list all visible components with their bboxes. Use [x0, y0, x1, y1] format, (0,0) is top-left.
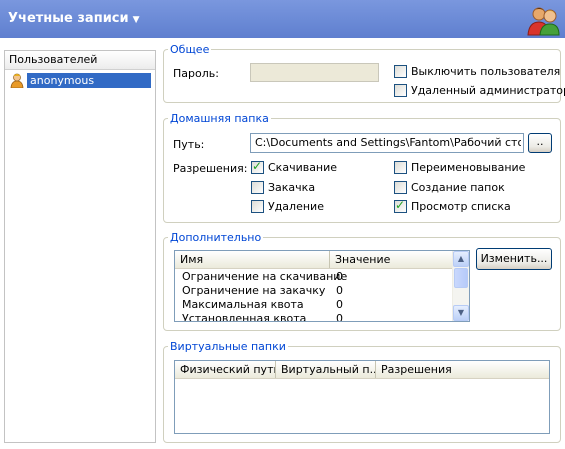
rename-checkbox[interactable]: Переименовывание: [394, 161, 525, 174]
list-header: Имя Значение: [175, 251, 455, 269]
general-legend: Общее: [170, 43, 210, 56]
setting-name: Ограничение на закачку: [182, 284, 326, 297]
upload-label: Закачка: [268, 181, 316, 194]
home-folder-legend: Домашняя папка: [170, 112, 269, 125]
column-header-virtual-path[interactable]: Виртуальный п...: [276, 361, 376, 378]
column-header-permissions[interactable]: Разрешения: [376, 361, 549, 378]
path-input[interactable]: C:\Documents and Settings\Fantom\Рабочий…: [250, 133, 524, 153]
checkbox-box: [394, 161, 407, 174]
header-bar: Учетные записи ▼: [0, 0, 565, 38]
download-label: Скачивание: [268, 161, 338, 174]
chevron-down-icon: ▼: [132, 15, 140, 25]
scroll-up-icon[interactable]: ▲: [453, 251, 469, 267]
users-panel-title: Пользователей: [5, 51, 155, 70]
edit-button[interactable]: Изменить...: [476, 248, 552, 270]
check-icon: ✓: [395, 198, 406, 212]
virtual-folders-list[interactable]: Физический путь Виртуальный п... Разреше…: [174, 360, 550, 434]
list-header: Физический путь Виртуальный п... Разреше…: [175, 361, 549, 379]
accounts-title: Учетные записи: [8, 11, 129, 26]
path-value: C:\Documents and Settings\Fantom\Рабочий…: [255, 136, 521, 149]
delete-checkbox[interactable]: Удаление: [251, 200, 324, 213]
rename-label: Переименовывание: [411, 161, 526, 174]
list-checkbox[interactable]: ✓ Просмотр списка: [394, 198, 511, 213]
path-label: Путь:: [173, 138, 205, 151]
column-header-physical-path[interactable]: Физический путь: [175, 361, 276, 378]
checkbox-box: [251, 200, 264, 213]
scroll-thumb[interactable]: [454, 268, 468, 288]
delete-label: Удаление: [268, 200, 324, 213]
setting-value: 0: [336, 270, 343, 283]
setting-name: Максимальная квота: [182, 298, 304, 311]
checkbox-box: ✓: [394, 198, 407, 213]
remote-admin-label: Удаленный администратор: [411, 84, 565, 97]
vertical-scrollbar[interactable]: ▲ ▼: [452, 251, 469, 321]
user-icon: [10, 73, 24, 88]
user-name: anonymous: [27, 73, 151, 88]
password-field[interactable]: [250, 63, 379, 82]
check-icon: ✓: [252, 159, 263, 173]
disable-user-checkbox[interactable]: Выключить пользователя: [394, 65, 560, 78]
permissions-label: Разрешения:: [173, 162, 248, 175]
checkbox-box: [394, 181, 407, 194]
browse-button[interactable]: ..: [528, 133, 552, 153]
scroll-down-icon[interactable]: ▼: [453, 305, 469, 321]
extra-settings-list[interactable]: Имя Значение Ограничение на скачивание 0…: [174, 250, 470, 322]
extra-legend: Дополнительно: [170, 231, 262, 244]
remote-admin-checkbox[interactable]: Удаленный администратор: [394, 84, 565, 97]
column-header-value[interactable]: Значение: [330, 251, 455, 268]
setting-value: 0: [336, 312, 343, 322]
checkbox-box: ✓: [251, 159, 264, 174]
checkbox-box: [394, 84, 407, 97]
users-panel: Пользователей anonymous: [4, 50, 156, 443]
virtual-folders-legend: Виртуальные папки: [170, 340, 286, 353]
disable-user-label: Выключить пользователя: [411, 65, 561, 78]
setting-name: Установленная квота: [182, 312, 307, 322]
upload-checkbox[interactable]: Закачка: [251, 181, 315, 194]
mkdir-checkbox[interactable]: Создание папок: [394, 181, 505, 194]
checkbox-box: [251, 181, 264, 194]
setting-value: 0: [336, 298, 343, 311]
user-list-item[interactable]: anonymous: [7, 72, 151, 89]
setting-value: 0: [336, 284, 343, 297]
password-label: Пароль:: [173, 67, 219, 80]
column-header-name[interactable]: Имя: [175, 251, 330, 268]
mkdir-label: Создание папок: [411, 181, 505, 194]
accounts-menu[interactable]: Учетные записи ▼: [8, 11, 140, 26]
users-icon[interactable]: [526, 4, 560, 36]
setting-name: Ограничение на скачивание: [182, 270, 348, 283]
download-checkbox[interactable]: ✓ Скачивание: [251, 159, 338, 174]
checkbox-box: [394, 65, 407, 78]
list-label: Просмотр списка: [411, 200, 511, 213]
